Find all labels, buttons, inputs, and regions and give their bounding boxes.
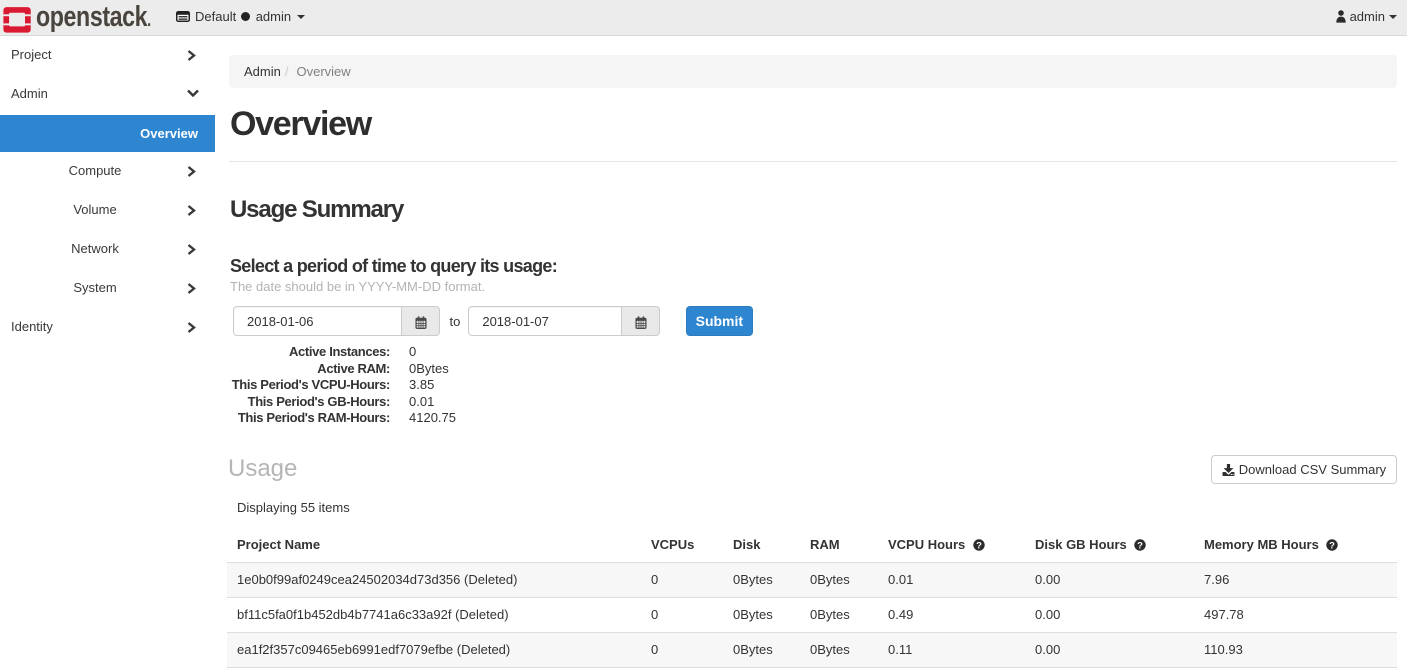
svg-text:?: ? — [1330, 540, 1336, 551]
svg-text:?: ? — [976, 540, 982, 551]
svg-text:?: ? — [1137, 540, 1143, 551]
